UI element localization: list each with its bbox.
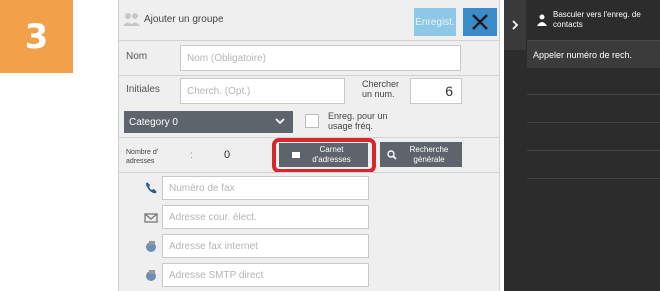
category-selected-value: Category 0 [129, 116, 178, 128]
globe-smtp-icon [146, 270, 156, 281]
divider [527, 150, 660, 151]
side-panel-toggle[interactable] [504, 0, 526, 50]
divider [527, 94, 660, 95]
group-icon [123, 13, 140, 26]
save-button[interactable]: Enregist. [414, 8, 456, 36]
address-count-label: Nombre d' adresses [126, 149, 159, 165]
globe-fax-icon [146, 241, 156, 252]
recherche-label: Recherche générale [409, 144, 449, 164]
step-number-badge: 3 [0, 0, 73, 73]
chercher-label: Chercher un num. [362, 79, 400, 99]
internet-fax-field[interactable]: Adresse fax internet [162, 234, 369, 258]
usage-checkbox-label: Enreg. pour un usage fréq. [328, 111, 388, 131]
person-icon [537, 14, 547, 26]
smtp-direct-field[interactable]: Adresse SMTP direct [162, 263, 369, 287]
initiales-field[interactable]: Cherch. (Opt.) [180, 78, 345, 104]
category-select[interactable]: Category 0 [124, 111, 293, 133]
address-count-separator: : [190, 150, 193, 161]
close-button[interactable] [463, 8, 497, 36]
envelope-icon [144, 213, 158, 223]
chercher-value-field[interactable]: 6 [410, 78, 462, 104]
divider [119, 75, 499, 76]
close-icon [472, 14, 488, 30]
nom-field[interactable]: Nom (Obligatoire) [180, 45, 461, 71]
address-book-icon [291, 152, 300, 158]
carnet-adresses-button[interactable]: Carnet d'adresses [279, 143, 368, 167]
page-title: Ajouter un groupe [144, 14, 224, 25]
switch-contacts-link[interactable]: Basculer vers l'enreg. de contacts [553, 10, 653, 30]
nom-label: Nom [126, 51, 148, 62]
carnet-label: Carnet d'adresses [312, 145, 351, 164]
divider [527, 178, 660, 179]
initiales-label: Initiales [126, 84, 160, 95]
usage-checkbox[interactable] [305, 114, 319, 128]
address-count-value: 0 [224, 149, 231, 161]
chevron-right-icon [512, 20, 519, 30]
email-address-field[interactable]: Adresse cour. élect. [162, 205, 369, 229]
divider [119, 40, 499, 41]
phone-icon [146, 182, 157, 194]
divider [119, 172, 499, 173]
divider [527, 122, 660, 123]
recherche-generale-button[interactable]: Recherche générale [380, 142, 462, 167]
call-search-number-item[interactable]: Appeler numéro de rech. [527, 40, 660, 68]
search-icon [387, 149, 397, 160]
chevron-down-icon [275, 118, 285, 125]
fax-number-field[interactable]: Numéro de fax [162, 176, 369, 200]
